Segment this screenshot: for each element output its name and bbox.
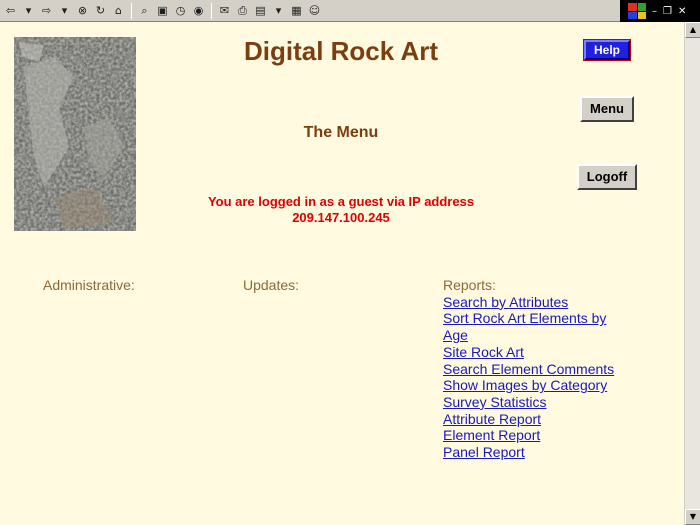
home-icon[interactable]: ⌂ — [111, 3, 126, 18]
updates-label: Updates: — [243, 277, 300, 293]
report-link-panel-report[interactable]: Panel Report — [443, 444, 623, 461]
toolbar-icons: ⇦ ▾ ⇨ ▾ ⊗ ↻ ⌂ ⌕ ▣ ◷ ◉ ✉ ⎙ ▤ ▾ ▦ ☺ — [0, 2, 322, 19]
logoff-button[interactable]: Logoff — [577, 164, 637, 190]
minimize-icon[interactable]: – — [652, 6, 657, 17]
back-icon[interactable]: ⇦ — [3, 3, 18, 18]
report-link-site-rock-art[interactable]: Site Rock Art — [443, 344, 623, 361]
rock-art-image — [14, 37, 136, 231]
dropdown-icon[interactable]: ▾ — [21, 3, 36, 18]
report-link-element-report[interactable]: Element Report — [443, 427, 623, 444]
menu-button[interactable]: Menu — [580, 96, 634, 122]
vertical-scrollbar[interactable]: ▲ ▼ — [684, 22, 700, 525]
report-link-search-attributes[interactable]: Search by Attributes — [443, 294, 623, 311]
history-icon[interactable]: ◷ — [173, 3, 188, 18]
page-title: Digital Rock Art — [243, 36, 439, 66]
close-icon[interactable]: ✕ — [678, 6, 686, 17]
edit-icon[interactable]: ▤ — [253, 3, 268, 18]
mail-icon[interactable]: ✉ — [217, 3, 232, 18]
discuss-icon[interactable]: ▦ — [289, 3, 304, 18]
browser-toolbar: ⇦ ▾ ⇨ ▾ ⊗ ↻ ⌂ ⌕ ▣ ◷ ◉ ✉ ⎙ ▤ ▾ ▦ ☺ – ❐ ✕ — [0, 0, 700, 22]
print-icon[interactable]: ⎙ — [235, 3, 250, 18]
report-link-survey-statistics[interactable]: Survey Statistics — [443, 394, 623, 411]
search-icon[interactable]: ⌕ — [137, 3, 152, 18]
refresh-icon[interactable]: ↻ — [93, 3, 108, 18]
login-status-message: You are logged in as a guest via IP addr… — [207, 194, 475, 225]
toolbar-separator — [211, 2, 212, 19]
windows-logo-icon — [628, 3, 646, 19]
scroll-up-icon[interactable]: ▲ — [685, 22, 700, 38]
dropdown-icon[interactable]: ▾ — [57, 3, 72, 18]
favorites-icon[interactable]: ▣ — [155, 3, 170, 18]
dropdown-icon[interactable]: ▾ — [271, 3, 286, 18]
administrative-label: Administrative: — [43, 277, 135, 293]
window-controls: – ❐ ✕ — [620, 0, 700, 22]
messenger-icon[interactable]: ☺ — [307, 3, 322, 18]
report-link-sort-by-age[interactable]: Sort Rock Art Elements by Age — [443, 310, 623, 343]
reports-label: Reports: — [443, 277, 496, 293]
report-link-search-comments[interactable]: Search Element Comments — [443, 361, 623, 378]
forward-icon[interactable]: ⇨ — [39, 3, 54, 18]
restore-icon[interactable]: ❐ — [663, 6, 672, 17]
media-icon[interactable]: ◉ — [191, 3, 206, 18]
stop-icon[interactable]: ⊗ — [75, 3, 90, 18]
report-link-attribute-report[interactable]: Attribute Report — [443, 411, 623, 428]
help-button[interactable]: Help — [583, 39, 631, 61]
toolbar-separator — [131, 2, 132, 19]
page-subtitle: The Menu — [303, 124, 379, 141]
reports-section: Reports: Search by Attributes Sort Rock … — [443, 277, 643, 461]
report-link-images-by-category[interactable]: Show Images by Category — [443, 377, 623, 394]
scroll-down-icon[interactable]: ▼ — [685, 509, 700, 525]
